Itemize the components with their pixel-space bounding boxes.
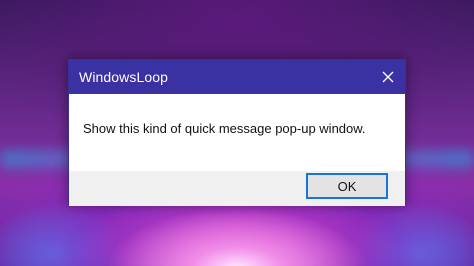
close-button[interactable]: [371, 60, 405, 94]
ok-button[interactable]: OK: [306, 173, 388, 199]
dialog-button-bar: OK: [69, 171, 405, 206]
dialog-message: Show this kind of quick message pop-up w…: [83, 121, 366, 136]
dialog-title: WindowsLoop: [79, 69, 169, 85]
close-icon: [382, 71, 394, 83]
dialog-content: Show this kind of quick message pop-up w…: [69, 94, 405, 171]
dialog-titlebar[interactable]: WindowsLoop: [69, 60, 405, 94]
message-dialog: WindowsLoop Show this kind of quick mess…: [68, 59, 406, 206]
